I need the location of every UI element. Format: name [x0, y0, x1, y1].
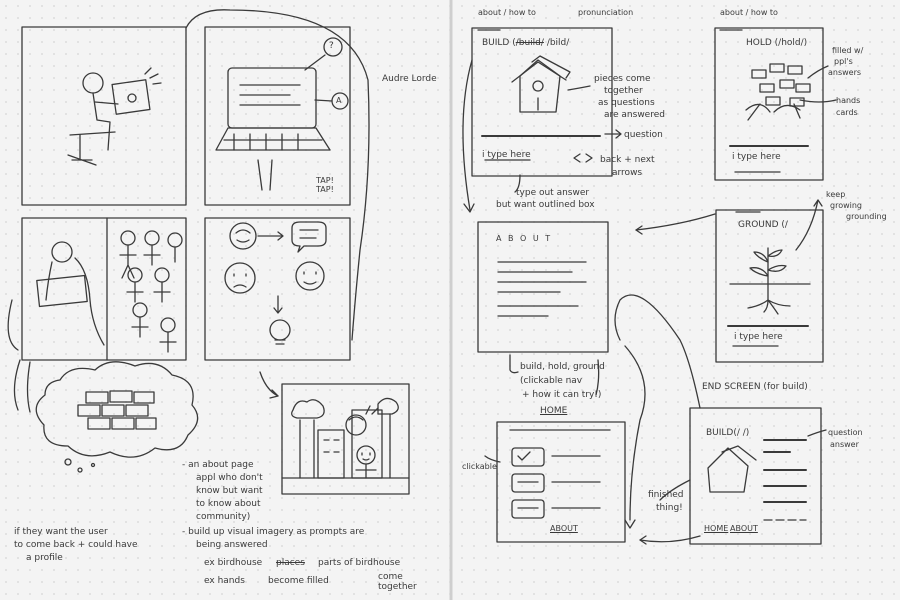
note-birdhouse-strike: places	[276, 558, 305, 568]
ground-note-grounding: grounding	[846, 212, 887, 221]
hold-title: HOLD (/hold/)	[746, 38, 808, 48]
hold-input-placeholder: i type here	[732, 152, 781, 162]
build-note-pieces-1: pieces come	[594, 74, 651, 84]
end-about-link: ABOUT	[730, 524, 758, 533]
build-input-placeholder: i type here	[482, 150, 531, 160]
build-about-howto: about / how to	[478, 8, 536, 17]
note-line-3: know but want	[196, 486, 263, 496]
end-note-answer: answer	[830, 440, 859, 449]
home-about-link: ABOUT	[550, 524, 578, 533]
note-line-2: appl who don't	[196, 473, 263, 483]
question-bubble: ?	[329, 41, 334, 51]
hold-note-filled-3: answers	[828, 68, 862, 77]
end-title: BUILD(/ /)	[706, 428, 750, 438]
note-become-filled: become filled	[268, 576, 329, 586]
note-come-together: come together	[378, 572, 417, 593]
sketch-page: Audre Lorde TAP! TAP! ? A - an about pag…	[0, 0, 900, 600]
side-note-1: if they want the user	[14, 527, 108, 537]
build-note-typeout-1: type out answer	[516, 188, 590, 198]
about-home-label: HOME	[540, 406, 568, 416]
note-line-6: - build up visual imagery as prompts are	[182, 527, 365, 537]
end-home-link: HOME	[704, 524, 729, 533]
label-audre-lorde: Audre Lorde	[382, 74, 437, 84]
build-pronunciation: pronunciation	[578, 8, 634, 17]
build-note-back-next-1: back + next	[600, 155, 655, 165]
home-clickable-label: clickable	[462, 462, 497, 471]
end-heading: END SCREEN (for build)	[702, 382, 808, 392]
about-note-links-2: (clickable nav	[520, 376, 583, 386]
end-note-thing: thing!	[656, 503, 683, 513]
note-line-4: to know about	[196, 499, 261, 509]
side-note-3: a profile	[26, 553, 63, 563]
note-hands: ex hands	[204, 576, 245, 586]
hold-note-filled-2: ppl's	[834, 57, 853, 66]
about-title: A B O U T	[496, 234, 553, 243]
hold-note-hands: hands	[836, 96, 861, 105]
ground-input-placeholder: i type here	[734, 332, 783, 342]
hold-note-filled-1: filled w/	[832, 46, 864, 55]
answer-bubble: A	[336, 96, 342, 105]
hold-about-howto: about / how to	[720, 8, 778, 17]
build-note-question: question	[624, 130, 663, 140]
build-note-pieces-3: as questions	[598, 98, 655, 108]
ground-title: GROUND (/	[738, 220, 788, 230]
tap-label: TAP! TAP!	[316, 176, 334, 195]
build-note-pieces-2: together	[604, 86, 643, 96]
ground-note-keep: keep	[826, 190, 846, 199]
about-note-links-3: + how it can try!)	[522, 390, 602, 400]
end-note-finished: finished	[648, 490, 684, 500]
hold-note-cards: cards	[836, 108, 858, 117]
about-note-links-1: build, hold, ground	[520, 362, 605, 372]
note-line-1: - an about page	[182, 460, 254, 470]
note-birdhouse: ex birdhouse	[204, 558, 263, 568]
note-line-5: community)	[196, 512, 251, 522]
build-note-back-next-2: arrows	[612, 168, 643, 178]
build-note-typeout-2: but want outlined box	[496, 200, 595, 210]
note-birdhouse-phrase: parts of birdhouse	[318, 558, 401, 568]
sketch-drawing	[0, 0, 900, 600]
side-note-2: to come back + could have	[14, 540, 138, 550]
end-note-question: question	[828, 428, 863, 437]
build-note-pieces-4: are answered	[604, 110, 665, 120]
ground-note-growing: growing	[830, 201, 862, 210]
note-line-7: being answered	[196, 540, 268, 550]
build-title: BUILD (/build/ /bild/	[482, 38, 570, 48]
